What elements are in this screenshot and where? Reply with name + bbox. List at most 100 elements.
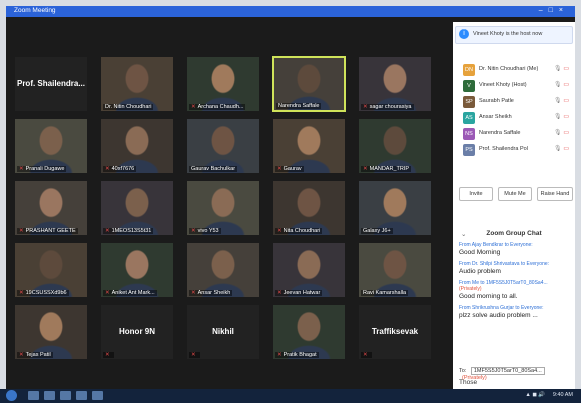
chat-message: From Shrikrushna Gurjar to Everyone: plz… bbox=[459, 305, 571, 319]
chat-sender: From Dr. Shilpi Shrivastava to Everyone: bbox=[459, 261, 571, 267]
participant-row[interactable]: AS Ansar Sheikh 🎙 ▭ bbox=[453, 110, 575, 126]
participant-row[interactable]: NS Narendra Saffale 🎙 ▭ bbox=[453, 126, 575, 142]
video-off-icon: ▭ bbox=[563, 146, 569, 152]
clock: 9:40 AM bbox=[552, 392, 573, 398]
video-feed bbox=[15, 305, 87, 359]
mic-muted-icon: ✕ bbox=[105, 290, 110, 296]
video-tile[interactable]: Gaurav Bachulkar bbox=[186, 118, 260, 174]
participant-actions: Invite Mute Me Raise Hand bbox=[453, 187, 575, 201]
participant-label: Honor 9N bbox=[119, 327, 155, 336]
window-title: Zoom Meeting bbox=[14, 7, 56, 14]
video-tile[interactable]: Ravi Kamarshalla bbox=[358, 242, 432, 298]
mic-icon: 🎙 bbox=[554, 82, 562, 88]
video-tile[interactable]: Prof. Shailendra... bbox=[14, 56, 88, 112]
window-controls[interactable]: –□× bbox=[539, 7, 569, 14]
mic-muted-icon: ✕ bbox=[363, 104, 368, 110]
info-icon: i bbox=[459, 29, 469, 39]
video-tile[interactable]: ✕ MANDAR_TRIP bbox=[358, 118, 432, 174]
video-off-icon: ▭ bbox=[563, 98, 569, 104]
video-tile[interactable]: ✕ Nita Choudhari bbox=[272, 180, 346, 236]
participant-name-text: Gaurav Bachulkar bbox=[191, 166, 236, 172]
video-feed bbox=[359, 57, 431, 111]
participant-name: Ravi Kamarshalla bbox=[361, 290, 409, 296]
mic-muted-icon: ✕ bbox=[363, 352, 368, 358]
video-tile[interactable]: ✕ 1MEOS13S5t31 bbox=[100, 180, 174, 236]
participant-row[interactable]: V Vineet Khoty (Host) 🎙 ▭ bbox=[453, 78, 575, 94]
video-tile[interactable]: Dr. Nitin Choudhari bbox=[100, 56, 174, 112]
video-tile[interactable]: ✕ Jeevan Hatwar bbox=[272, 242, 346, 298]
video-grid: Prof. Shailendra... Dr. Nitin Choudhari ✕ A… bbox=[14, 56, 444, 366]
participant-row[interactable]: SP Saurabh Patle 🎙 ▭ bbox=[453, 94, 575, 110]
video-tile[interactable]: ✕ Tejas Patil bbox=[14, 304, 88, 360]
folder-icon[interactable] bbox=[44, 391, 55, 400]
to-label: To: bbox=[459, 368, 467, 374]
avatar: DN bbox=[463, 64, 475, 76]
video-tile[interactable]: ✕ sagar chourasiya bbox=[358, 56, 432, 112]
chat-message: From Dr. Shilpi Shrivastava to Everyone:… bbox=[459, 261, 571, 275]
media-icon[interactable] bbox=[60, 391, 71, 400]
chat-sender-text: From Ajay Bendkrar to Everyone: bbox=[459, 242, 533, 248]
video-tile[interactable]: ✕ vivo Y53 bbox=[186, 180, 260, 236]
video-tile[interactable]: ✕ Archana Chaudh... bbox=[186, 56, 260, 112]
chat-input[interactable]: Those bbox=[459, 379, 571, 386]
participant-name: ✕ Gaurav bbox=[275, 166, 304, 172]
participant-name-text: Dr. Nitin Choudhari bbox=[105, 104, 152, 110]
participant-name-text: Tejas Patil bbox=[25, 352, 51, 358]
participant-name-text: Ansar Sheikh bbox=[197, 290, 231, 296]
participant-name-text: Gaurav bbox=[283, 166, 302, 172]
video-tile[interactable]: ✕ Aniket Ant Mark... bbox=[100, 242, 174, 298]
participant-name: ✕ vivo Y53 bbox=[189, 228, 221, 234]
participant-row[interactable]: PS Prof. Shailendra Pol 🎙 ▭ bbox=[453, 142, 575, 158]
chevron-down-icon[interactable]: ⌄ bbox=[461, 230, 466, 238]
chrome-icon[interactable] bbox=[76, 391, 87, 400]
participants-list: DN Dr. Nitin Choudhari (Me) 🎙 ▭ V Vineet Kho… bbox=[453, 62, 575, 158]
participant-name-text: Aniket Ant Mark... bbox=[111, 290, 155, 296]
video-feed bbox=[187, 57, 259, 111]
participant-name: ✕ Pranali Dugawe bbox=[17, 166, 67, 172]
participant-list-name: Prof. Shailendra Pol bbox=[479, 146, 528, 152]
participant-name-text: Narendra Saffale bbox=[278, 103, 320, 109]
system-tray: ▲ ◼ 🔊 9:40 AM bbox=[525, 392, 573, 398]
video-tile[interactable]: ✕ Gaurav bbox=[272, 118, 346, 174]
video-tile[interactable]: ✕ 40xf7676 bbox=[100, 118, 174, 174]
participant-name: ✕ Nita Choudhari bbox=[275, 228, 323, 234]
raise-hand-button[interactable]: Raise Hand bbox=[537, 187, 573, 201]
video-feed bbox=[101, 243, 173, 297]
participant-name-text: Archana Chaudh... bbox=[197, 104, 244, 110]
invite-button[interactable]: Invite bbox=[459, 187, 493, 201]
recipient-select[interactable]: 1MF5S5J0T5arT0_80Sa4... bbox=[470, 367, 545, 375]
participant-name: ✕ bbox=[361, 352, 372, 358]
video-tile[interactable]: ✕ Pranali Dugawe bbox=[14, 118, 88, 174]
ie-icon[interactable] bbox=[28, 391, 39, 400]
chat-text: Good Morning bbox=[459, 249, 501, 256]
participant-name: ✕ bbox=[189, 352, 200, 358]
video-tile[interactable]: ✕ Ansar Sheikh bbox=[186, 242, 260, 298]
participant-name: ✕ Pratik Bhagat bbox=[275, 352, 319, 358]
video-tile[interactable]: ✕ 19CSUSSXd9b6 bbox=[14, 242, 88, 298]
participant-name: ✕ bbox=[103, 352, 114, 358]
video-tile[interactable]: Galaxy J6+ bbox=[358, 180, 432, 236]
zoom-icon[interactable] bbox=[92, 391, 103, 400]
private-tag: (Privately) bbox=[459, 286, 482, 292]
start-button[interactable] bbox=[6, 390, 17, 401]
video-tile[interactable]: Honor 9N ✕ bbox=[100, 304, 174, 360]
title-bar: Zoom Meeting –□× bbox=[6, 6, 575, 17]
mute-me-button[interactable]: Mute Me bbox=[498, 187, 532, 201]
video-tile[interactable]: ✕ Pratik Bhagat bbox=[272, 304, 346, 360]
participant-list-name: Ansar Sheikh bbox=[479, 114, 512, 120]
video-feed bbox=[15, 243, 87, 297]
video-feed bbox=[187, 243, 259, 297]
zoom-window: Zoom Meeting –□× Prof. Shailendra... Dr. … bbox=[6, 6, 575, 389]
chat-sender: From Shrikrushna Gurjar to Everyone: bbox=[459, 305, 571, 311]
chat-text: plzz solve audio problem ... bbox=[459, 312, 538, 319]
participant-row[interactable]: DN Dr. Nitin Choudhari (Me) 🎙 ▭ bbox=[453, 62, 575, 78]
participant-list-name: Dr. Nitin Choudhari (Me) bbox=[479, 66, 539, 72]
participant-list-name: Narendra Saffale bbox=[479, 130, 521, 136]
video-tile[interactable]: Narendra Saffale bbox=[272, 56, 346, 112]
participant-name: ✕ Archana Chaudh... bbox=[189, 104, 246, 110]
video-tile[interactable]: Traffiksevak ✕ bbox=[358, 304, 432, 360]
video-tile[interactable]: ✕ PRASHANT GEETE bbox=[14, 180, 88, 236]
participant-status: 🎙 ▭ bbox=[554, 81, 569, 88]
video-tile[interactable]: Nikhil ✕ bbox=[186, 304, 260, 360]
participant-name-text: 40xf7676 bbox=[111, 166, 135, 172]
